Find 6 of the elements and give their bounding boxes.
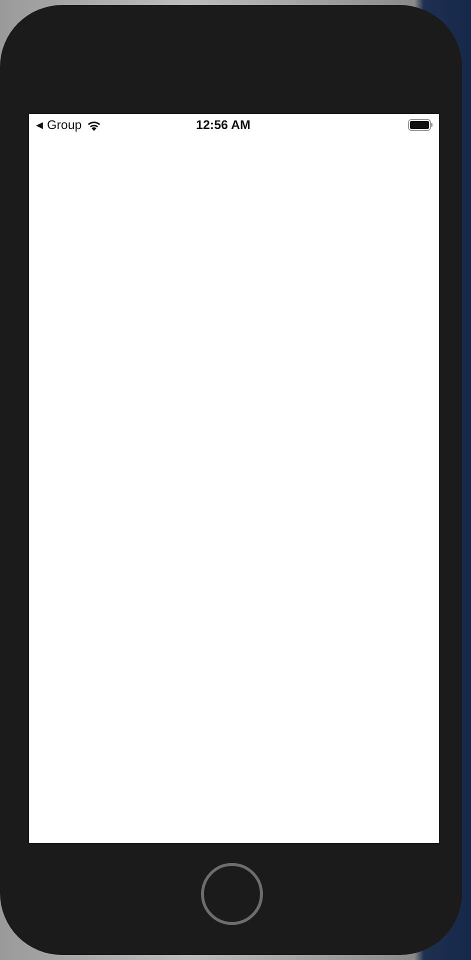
battery-icon: [408, 119, 433, 131]
home-button[interactable]: [201, 863, 263, 925]
back-label[interactable]: Group: [47, 118, 82, 132]
wifi-icon: [86, 119, 102, 131]
status-time: 12:56 AM: [196, 118, 252, 132]
back-arrow[interactable]: ◀: [36, 120, 43, 130]
